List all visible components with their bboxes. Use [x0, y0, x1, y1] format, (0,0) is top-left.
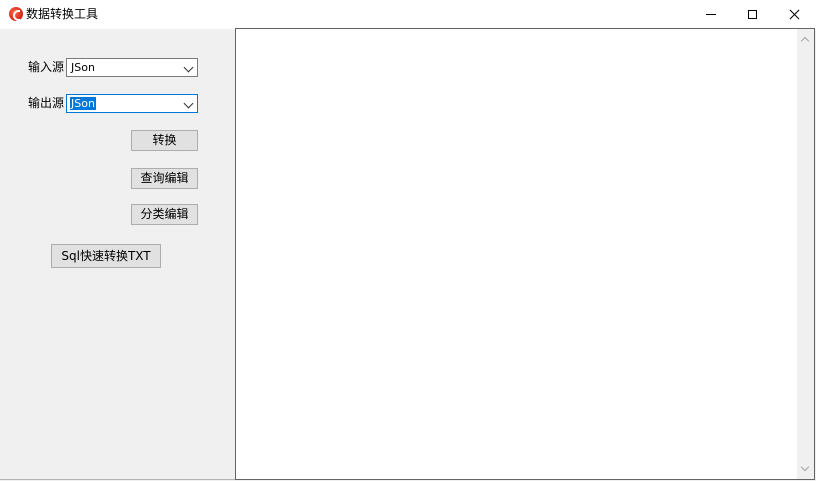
chevron-down-icon[interactable]: [183, 98, 194, 109]
close-button[interactable]: [771, 0, 816, 29]
output-source-value: JSon: [70, 97, 96, 110]
output-source-label: 输出源: [28, 96, 65, 110]
minimize-button[interactable]: [688, 0, 734, 29]
convert-button[interactable]: 转换: [131, 130, 198, 151]
output-source-select[interactable]: JSon: [66, 94, 198, 113]
query-edit-button[interactable]: 查询编辑: [131, 168, 198, 189]
chevron-down-icon[interactable]: [183, 62, 194, 73]
input-source-label: 输入源: [28, 60, 65, 74]
title-bar[interactable]: 数据转换工具: [0, 0, 816, 29]
window-title: 数据转换工具: [26, 7, 99, 21]
scroll-down-arrow-icon[interactable]: [800, 462, 810, 472]
minimize-icon: [706, 14, 716, 15]
app-logo-icon: [9, 7, 23, 21]
maximize-icon: [747, 10, 757, 19]
input-source-value: JSon: [71, 61, 95, 74]
output-text-area[interactable]: [235, 28, 815, 480]
close-icon: [789, 9, 800, 20]
app-window: 数据转换工具 输入源 JSon 输出源 JSon 转换 查询编辑 分类编辑 Sq…: [0, 0, 816, 480]
scroll-up-arrow-icon[interactable]: [800, 36, 810, 46]
sql-quick-convert-button[interactable]: Sql快速转换TXT: [51, 244, 161, 268]
maximize-button[interactable]: [729, 0, 775, 29]
input-source-select[interactable]: JSon: [66, 58, 198, 77]
vertical-scrollbar[interactable]: [797, 29, 814, 479]
category-edit-button[interactable]: 分类编辑: [131, 204, 198, 225]
